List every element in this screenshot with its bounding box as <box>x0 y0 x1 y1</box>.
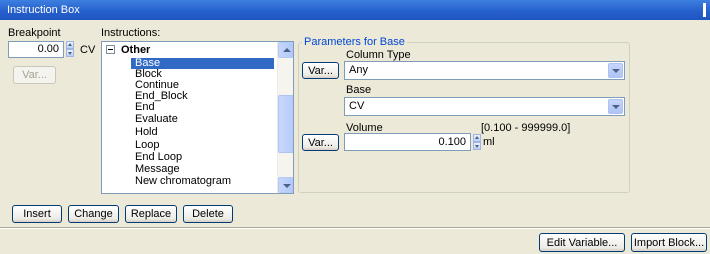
volume-unit: ml <box>483 136 495 148</box>
list-item-new-chromatogram[interactable]: New chromatogram <box>135 176 278 187</box>
breakpoint-label: Breakpoint <box>8 27 61 39</box>
base-select[interactable]: CV <box>344 97 625 116</box>
column-type-value: Any <box>349 64 368 76</box>
window-title: Instruction Box <box>7 4 80 16</box>
volume-var-button[interactable]: Var... <box>302 134 339 151</box>
column-type-var-button[interactable]: Var... <box>302 62 339 79</box>
scroll-down-icon[interactable] <box>278 177 293 193</box>
tree-group-label: Other <box>121 44 151 56</box>
volume-spinner[interactable] <box>473 134 481 150</box>
base-label: Base <box>346 84 372 96</box>
replace-button[interactable]: Replace <box>125 205 177 223</box>
instructions-list[interactable]: Other Base Block Continue End_Block End … <box>101 41 294 194</box>
column-type-label: Column Type <box>346 49 411 61</box>
list-item-end-block[interactable]: End_Block <box>135 91 278 102</box>
collapse-icon[interactable] <box>106 45 115 54</box>
breakpoint-input[interactable]: 0.00 <box>8 41 64 58</box>
volume-input[interactable]: 0.100 <box>344 133 471 151</box>
change-button[interactable]: Change <box>68 205 119 223</box>
list-item-end-loop[interactable]: End Loop <box>135 152 278 163</box>
title-bar-edge <box>703 3 706 17</box>
spin-down-icon[interactable] <box>473 142 481 150</box>
footer-divider-highlight <box>0 228 710 229</box>
list-item-end[interactable]: End <box>135 102 278 113</box>
list-item-loop[interactable]: Loop <box>135 140 278 151</box>
scroll-thumb[interactable] <box>278 95 293 153</box>
breakpoint-var-button[interactable]: Var... <box>13 66 56 84</box>
title-bar[interactable]: Instruction Box <box>0 0 710 20</box>
list-item-evaluate[interactable]: Evaluate <box>135 114 278 125</box>
list-item-hold[interactable]: Hold <box>135 127 278 138</box>
spin-up-icon[interactable] <box>66 41 74 49</box>
instructions-scrollbar[interactable] <box>277 42 293 193</box>
breakpoint-unit: CV <box>80 44 96 56</box>
spin-up-icon[interactable] <box>473 134 481 142</box>
breakpoint-spinner[interactable] <box>66 41 74 57</box>
list-item-message[interactable]: Message <box>135 164 278 175</box>
insert-button[interactable]: Insert <box>12 205 62 223</box>
volume-range: [0.100 - 999999.0] <box>481 122 571 134</box>
base-value: CV <box>349 100 365 112</box>
tree-group-other[interactable]: Other <box>106 44 150 56</box>
import-block-button[interactable]: Import Block... <box>631 233 707 252</box>
edit-variable-button[interactable]: Edit Variable... <box>539 233 625 252</box>
instructions-label: Instructions: <box>101 27 161 39</box>
spin-down-icon[interactable] <box>66 49 74 57</box>
parameters-title: Parameters for Base <box>302 36 407 48</box>
chevron-down-icon[interactable] <box>608 63 623 78</box>
delete-button[interactable]: Delete <box>183 205 233 223</box>
chevron-down-icon[interactable] <box>608 99 623 114</box>
column-type-select[interactable]: Any <box>344 61 625 80</box>
scroll-up-icon[interactable] <box>278 42 293 58</box>
